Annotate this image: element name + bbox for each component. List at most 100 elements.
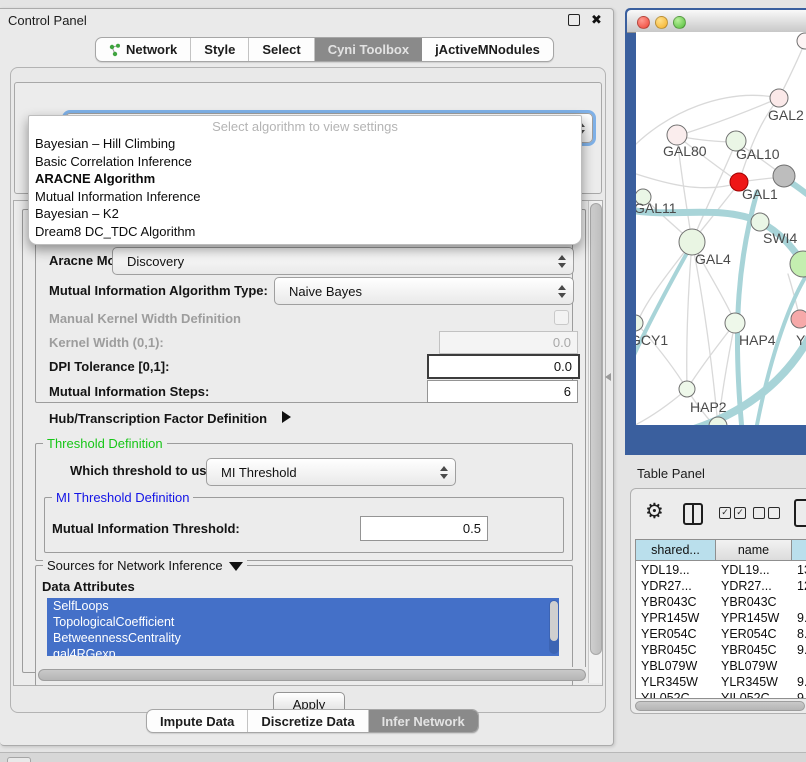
- table-cell: 8.: [797, 626, 806, 642]
- table-cell: YBR043C: [641, 594, 697, 610]
- settings-horizontal-scrollbar-thumb[interactable]: [38, 669, 586, 681]
- data-attributes-label: Data Attributes: [42, 579, 135, 594]
- tab-label: Network: [126, 42, 177, 57]
- close-traffic-light-icon[interactable]: [637, 16, 650, 29]
- algorithm-option[interactable]: Basic Correlation Inference: [29, 153, 581, 171]
- tab-cyni-toolbox[interactable]: Cyni Toolbox: [315, 38, 422, 61]
- tab-network[interactable]: Network: [96, 38, 191, 61]
- table-row[interactable]: YLR345WYLR345W9.: [636, 674, 806, 690]
- mi-type-label: Mutual Information Algorithm Type:: [49, 283, 268, 298]
- algorithm-option[interactable]: Mutual Information Inference: [29, 188, 581, 206]
- network-node-gal80[interactable]: [667, 125, 687, 145]
- mi-threshold-input[interactable]: 0.5: [360, 516, 488, 541]
- network-graph: GAL2GAL80GAL10GAL1GAL11SWI4GAL4GCY1HAP4Y…: [636, 32, 806, 425]
- data-attributes-list[interactable]: SelfLoopsTopologicalCoefficientBetweenne…: [47, 598, 559, 656]
- bottom-tabbar: Impute DataDiscretize DataInfer Network: [146, 709, 479, 733]
- network-canvas[interactable]: GAL2GAL80GAL10GAL1GAL11SWI4GAL4GCY1HAP4Y…: [636, 32, 806, 425]
- table-cell: YER054C: [641, 626, 697, 642]
- tab-infer-network[interactable]: Infer Network: [369, 710, 478, 732]
- panel-resize-handle[interactable]: [605, 373, 611, 381]
- attribute-item[interactable]: TopologicalCoefficient: [47, 614, 559, 630]
- network-node-gal2[interactable]: [770, 89, 788, 107]
- column-header[interactable]: [792, 540, 806, 561]
- control-panel-tabbar: Network Style Select Cyni ToolboxjActiveMNo…: [95, 37, 554, 62]
- node-label: SWI4: [763, 230, 797, 246]
- algorithm-option[interactable]: Dream8 DC_TDC Algorithm: [29, 223, 581, 241]
- unchecked-columns-icon[interactable]: [753, 507, 780, 519]
- settings-viewport: Cyni Algorithm Settings Algorithm Defini…: [13, 200, 603, 686]
- attributes-scrollbar-thumb[interactable]: [550, 601, 558, 641]
- checked-columns-icon[interactable]: ✓✓: [719, 507, 746, 519]
- node-attribute-table[interactable]: shared...name YDL19...YDL19...13YDR27...…: [635, 539, 806, 699]
- node-label: GAL4: [695, 251, 731, 267]
- which-threshold-label: Which threshold to use:: [70, 463, 218, 478]
- node-label: GAL1: [742, 186, 778, 202]
- tab-label: Select: [262, 42, 300, 57]
- network-node-swi4[interactable]: [751, 213, 769, 231]
- table-row[interactable]: YPR145WYPR145W9.: [636, 610, 806, 626]
- tab-select[interactable]: Select: [249, 38, 314, 61]
- network-node[interactable]: [773, 165, 795, 187]
- mi-algorithm-type-select[interactable]: Naive Bayes: [274, 277, 574, 305]
- screen: Control Panel ✖ NetworkStyleSelectCyni T…: [0, 0, 806, 762]
- network-node[interactable]: [797, 33, 806, 49]
- chevron-right-icon[interactable]: [282, 411, 291, 423]
- table-row[interactable]: YBR045CYBR045C9.: [636, 642, 806, 658]
- table-cell: 9.: [797, 642, 806, 658]
- tab-jactivemnodules[interactable]: jActiveMNodules: [422, 38, 553, 61]
- settings-vertical-scrollbar[interactable]: [588, 201, 602, 683]
- table-row[interactable]: YBL079WYBL079W: [636, 658, 806, 674]
- mi-threshold-group-title: MI Threshold Definition: [52, 490, 193, 505]
- network-edge: [636, 389, 687, 425]
- mi-steps-input[interactable]: 6: [427, 380, 578, 403]
- attribute-item[interactable]: BetweennessCentrality: [47, 630, 559, 646]
- table-cell: YPR145W: [721, 610, 779, 626]
- attribute-item[interactable]: gal4RGexp: [47, 646, 559, 656]
- close-icon[interactable]: ✖: [590, 14, 603, 27]
- sources-group-title[interactable]: Sources for Network Inference: [43, 558, 247, 573]
- table-cell: 9: [797, 690, 804, 699]
- settings-horizontal-scrollbar[interactable]: [36, 667, 588, 681]
- table-row[interactable]: YBR043CYBR043C: [636, 594, 806, 610]
- column-header-name[interactable]: name: [716, 540, 792, 561]
- tab-style[interactable]: Style: [191, 38, 249, 61]
- collapsed-panel-button[interactable]: [7, 757, 31, 762]
- network-node-y[interactable]: [791, 310, 806, 328]
- tab-discretize-data[interactable]: Discretize Data: [248, 710, 368, 732]
- zoom-traffic-light-icon[interactable]: [673, 16, 686, 29]
- attribute-item[interactable]: SelfLoops: [47, 598, 559, 614]
- column-header-shared[interactable]: shared...: [636, 540, 716, 561]
- node-label: GAL2: [768, 107, 804, 123]
- network-node-hap2[interactable]: [679, 381, 695, 397]
- manual-kernel-checkbox[interactable]: [554, 310, 569, 325]
- gear-icon[interactable]: ⚙: [645, 501, 664, 522]
- table-row[interactable]: YDL19...YDL19...13: [636, 562, 806, 578]
- document-icon[interactable]: [794, 499, 806, 527]
- aracne-mode-select[interactable]: Discovery: [112, 247, 574, 275]
- table-cell: YIL052C: [641, 690, 690, 699]
- which-threshold-select[interactable]: MI Threshold: [206, 458, 456, 486]
- tab-impute-data[interactable]: Impute Data: [147, 710, 248, 732]
- network-view-window: GAL2GAL80GAL10GAL1GAL11SWI4GAL4GCY1HAP4Y…: [625, 8, 806, 455]
- algorithm-dropdown-placeholder: Select algorithm to view settings: [29, 116, 581, 135]
- network-node[interactable]: [790, 251, 806, 277]
- table-row[interactable]: YDR27...YDR27...12: [636, 578, 806, 594]
- algorithm-option[interactable]: ARACNE Algorithm: [29, 170, 581, 188]
- attributes-scrollbar[interactable]: [549, 600, 559, 654]
- table-row[interactable]: YIL052CYIL052C9: [636, 690, 806, 699]
- minimize-traffic-light-icon[interactable]: [655, 16, 668, 29]
- table-horizontal-scrollbar[interactable]: [635, 701, 806, 709]
- float-window-icon[interactable]: [568, 14, 580, 26]
- network-node-hap4[interactable]: [725, 313, 745, 333]
- table-horizontal-scrollbar-thumb[interactable]: [635, 701, 805, 711]
- node-label: GCY1: [636, 332, 668, 348]
- algorithm-option[interactable]: Bayesian – K2: [29, 205, 581, 223]
- dpi-tolerance-input[interactable]: 0.0: [427, 354, 580, 379]
- algorithm-option[interactable]: Bayesian – Hill Climbing: [29, 135, 581, 153]
- table-row[interactable]: YER054CYER054C8.: [636, 626, 806, 642]
- network-window-titlebar[interactable]: [627, 10, 806, 33]
- settings-vertical-scrollbar-thumb[interactable]: [590, 203, 602, 655]
- split-pane-icon[interactable]: [683, 503, 703, 525]
- kernel-width-input[interactable]: 0.0: [439, 331, 578, 354]
- hub-definition-toggle[interactable]: Hub/Transcription Factor Definition: [49, 411, 267, 426]
